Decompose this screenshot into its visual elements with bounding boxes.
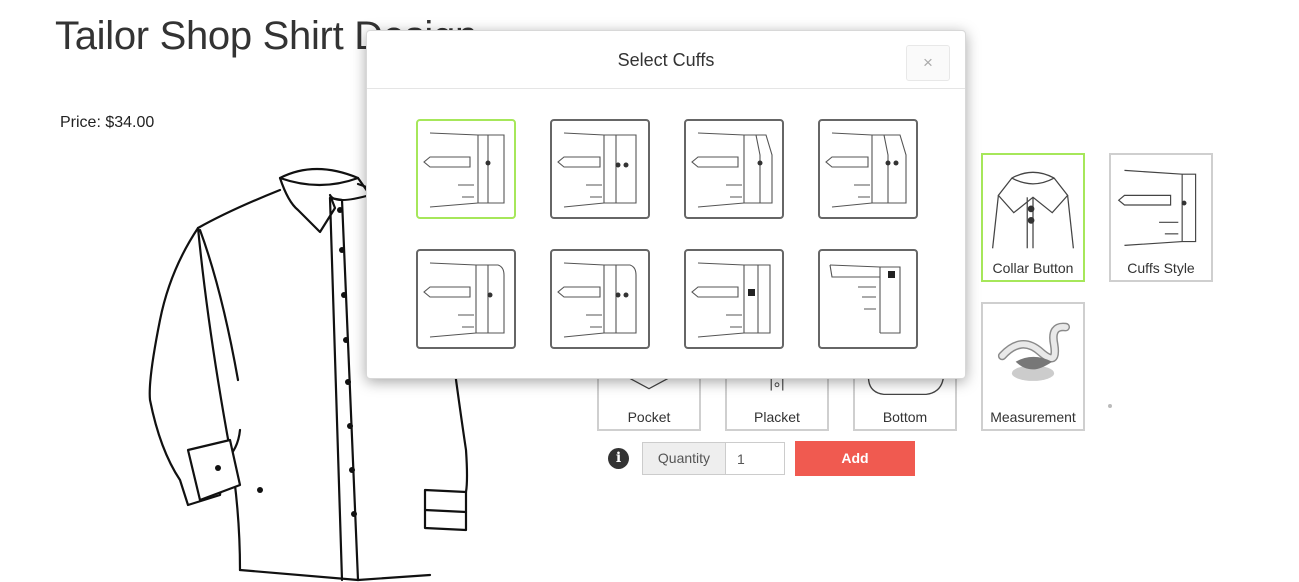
angled-two-button-cuff-icon xyxy=(825,132,907,208)
cuff-option[interactable] xyxy=(550,249,650,349)
scroll-dot xyxy=(1108,404,1112,408)
modal-header: Select Cuffs × xyxy=(367,31,965,89)
cuff-option[interactable] xyxy=(684,249,784,349)
option-label: Bottom xyxy=(882,409,928,425)
cuff-option[interactable] xyxy=(818,119,918,219)
measuring-tape-icon xyxy=(997,322,1071,381)
single-button-cuff-icon xyxy=(423,132,505,208)
add-button[interactable]: Add xyxy=(795,441,915,476)
close-button[interactable]: × xyxy=(906,45,950,81)
option-label: Measurement xyxy=(990,409,1076,425)
price: Price: $34.00 xyxy=(60,114,155,131)
modal-title: Select Cuffs xyxy=(617,50,715,70)
long-french-cuff-icon xyxy=(829,264,901,334)
quantity-input[interactable] xyxy=(725,442,785,475)
rounded-one-button-cuff-icon xyxy=(423,262,505,338)
option-collar-button[interactable]: Collar Button xyxy=(981,153,1085,282)
quantity-label: Quantity xyxy=(642,442,726,475)
two-button-cuff-icon xyxy=(557,132,637,208)
cuff-option[interactable] xyxy=(818,249,918,349)
french-cuff-icon xyxy=(691,262,771,338)
cuff-option[interactable] xyxy=(416,249,516,349)
option-cuffs-style[interactable]: Cuffs Style xyxy=(1109,153,1213,282)
info-icon[interactable]: i xyxy=(608,448,629,469)
angled-one-button-cuff-icon xyxy=(691,132,773,208)
rounded-two-button-cuff-icon xyxy=(557,262,637,338)
select-cuffs-modal: Select Cuffs × xyxy=(366,30,966,379)
option-label: Pocket xyxy=(627,409,671,425)
option-label: Placket xyxy=(754,409,800,425)
cuff-option[interactable] xyxy=(684,119,784,219)
cuff-option[interactable] xyxy=(416,119,516,219)
option-label: Cuffs Style xyxy=(1127,260,1195,276)
cuff-option[interactable] xyxy=(550,119,650,219)
quantity-row: i Quantity Add xyxy=(608,441,928,476)
close-icon: × xyxy=(923,53,933,72)
collar-button-icon xyxy=(991,171,1075,249)
cuff-style-icon xyxy=(1117,169,1197,246)
option-label: Collar Button xyxy=(992,260,1074,276)
option-measurement[interactable]: Measurement xyxy=(981,302,1085,431)
